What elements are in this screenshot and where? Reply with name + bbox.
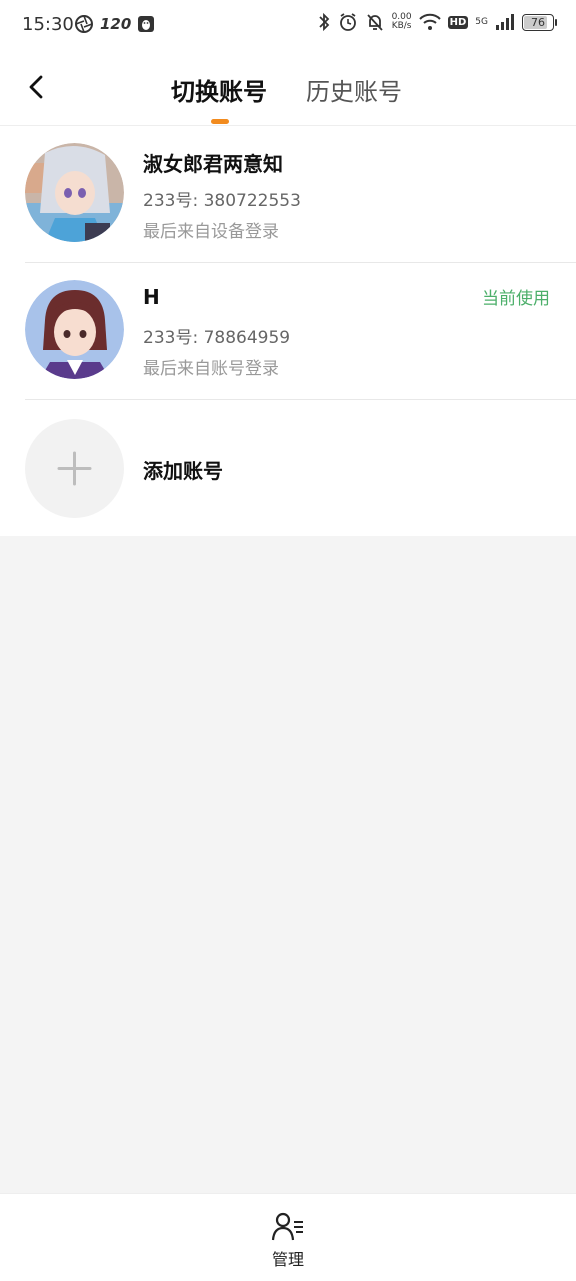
wifi-icon <box>418 13 441 30</box>
manage-button[interactable]: 管理 <box>258 1208 318 1269</box>
account-list: 淑女郎君两意知 233号: 380722553 最后来自设备登录 H 当前使用 … <box>0 126 576 536</box>
manage-label: 管理 <box>271 1250 304 1269</box>
mute-bell-icon <box>366 14 383 31</box>
tab-switch-account[interactable]: 切换账号 <box>171 72 267 107</box>
login-source: 最后来自设备登录 <box>143 222 279 242</box>
status-bar: 15:30 120 0.00 KB/s HD 5G 76 <box>0 0 576 52</box>
battery-indicator: 76 <box>522 13 557 31</box>
refresh-rate: 120 <box>100 15 132 33</box>
status-time: 15:30 <box>22 14 74 35</box>
header: 切换账号 历史账号 <box>0 52 576 126</box>
account-row[interactable]: 淑女郎君两意知 233号: 380722553 最后来自设备登录 <box>0 126 576 263</box>
tab-history-account[interactable]: 历史账号 <box>306 72 402 107</box>
network-speed: 0.00 KB/s <box>391 12 412 31</box>
signal-label: 5G <box>475 17 488 27</box>
add-account-circle[interactable] <box>25 419 124 518</box>
alarm-icon <box>339 13 356 31</box>
signal-bars-icon <box>496 14 514 30</box>
bottom-bar: 管理 <box>0 1193 576 1281</box>
tab-indicator <box>211 119 229 124</box>
avatar <box>25 143 124 242</box>
hd-badge: HD <box>447 15 469 29</box>
account-row[interactable]: H 当前使用 233号: 78864959 最后来自账号登录 <box>0 263 576 400</box>
qq-penguin-icon <box>138 16 155 32</box>
account-id: 233号: 380722553 <box>143 191 301 211</box>
account-name: 淑女郎君两意知 <box>143 152 283 176</box>
add-account-label: 添加账号 <box>143 459 223 483</box>
avatar <box>25 280 124 379</box>
status-right-icons: 0.00 KB/s HD 5G 76 <box>317 12 557 32</box>
manage-user-icon <box>271 1212 303 1241</box>
current-use-badge: 当前使用 <box>482 289 550 309</box>
bluetooth-icon <box>318 12 329 32</box>
account-name: H <box>143 285 160 309</box>
back-arrow-icon[interactable] <box>22 72 52 102</box>
battery-level: 76 <box>531 15 545 29</box>
status-left-icons: 120 <box>74 14 155 34</box>
add-account-row[interactable]: 添加账号 <box>0 400 576 537</box>
login-source: 最后来自账号登录 <box>143 359 279 379</box>
aperture-icon <box>75 15 93 33</box>
account-id: 233号: 78864959 <box>143 328 291 348</box>
plus-icon <box>57 451 92 486</box>
